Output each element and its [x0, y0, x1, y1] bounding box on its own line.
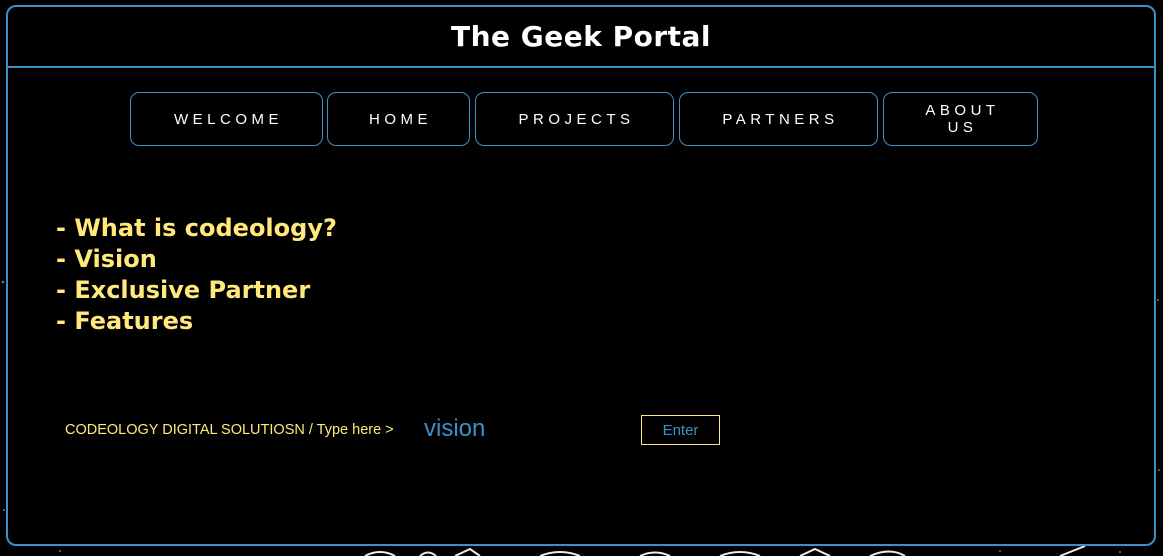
page-title: The Geek Portal: [450, 20, 712, 53]
topic-item-vision: - Vision: [56, 245, 157, 273]
nav-about-us-button[interactable]: ABOUT US: [883, 92, 1038, 146]
command-prompt: CODEOLOGY DIGITAL SOLUTIOSN / Type here …: [65, 414, 765, 446]
prompt-label: CODEOLOGY DIGITAL SOLUTIOSN / Type here …: [65, 422, 394, 438]
nav-about-us-label: ABOUT US: [925, 102, 1000, 136]
nav-projects-label: PROJECTS: [518, 110, 635, 128]
nav-welcome-button[interactable]: WELCOME: [130, 92, 323, 146]
enter-button[interactable]: Enter: [641, 415, 720, 445]
topic-item-what-is-codeology: - What is codeology?: [56, 214, 337, 242]
portal-frame: The Geek Portal WELCOME HOME PROJECTS PA…: [6, 5, 1156, 546]
command-input[interactable]: [420, 414, 620, 444]
topic-list: - What is codeology? - Vision - Exclusiv…: [56, 213, 337, 337]
nav-home-button[interactable]: HOME: [327, 92, 470, 146]
topic-item-features: - Features: [56, 307, 194, 335]
nav-home-label: HOME: [369, 110, 432, 128]
title-bar: The Geek Portal: [8, 7, 1154, 68]
main-nav: WELCOME HOME PROJECTS PARTNERS ABOUT US: [8, 92, 1154, 146]
nav-welcome-label: WELCOME: [173, 110, 283, 128]
nav-partners-button[interactable]: PARTNERS: [679, 92, 878, 146]
nav-partners-label: PARTNERS: [722, 110, 839, 128]
nav-projects-button[interactable]: PROJECTS: [475, 92, 674, 146]
topic-item-exclusive-partner: - Exclusive Partner: [56, 276, 311, 304]
